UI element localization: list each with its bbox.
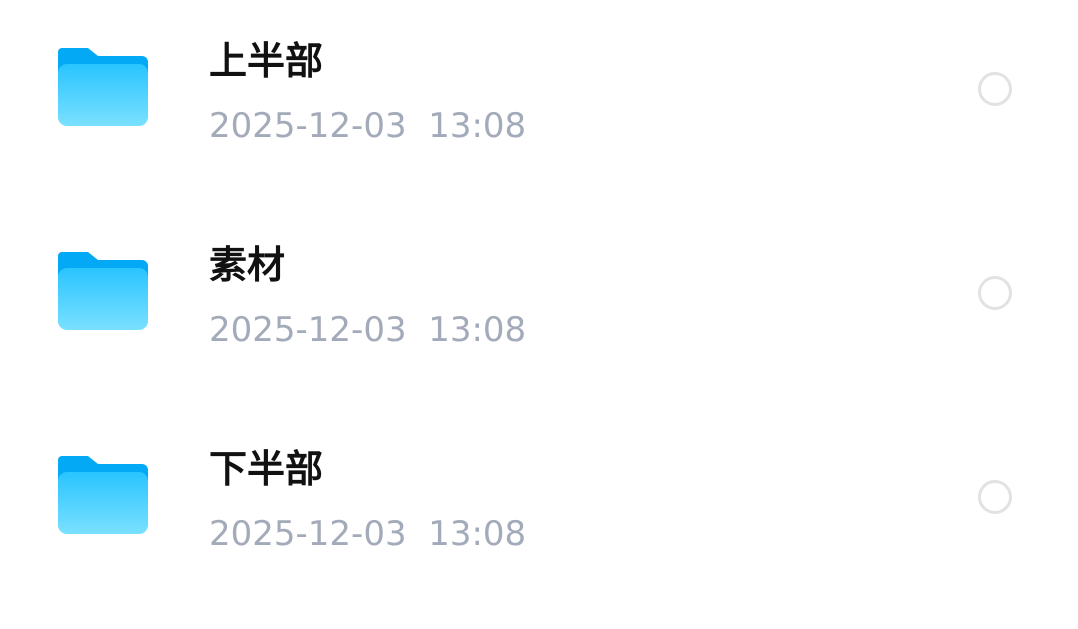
folder-icon xyxy=(58,456,148,534)
file-row-1[interactable]: 上半部 2025-12-03 13:08 xyxy=(0,0,1078,204)
select-radio[interactable] xyxy=(978,480,1012,514)
folder-icon xyxy=(58,252,148,330)
file-date: 2025-12-03 13:08 xyxy=(209,106,527,146)
folder-icon xyxy=(58,48,148,126)
file-date: 2025-12-03 13:08 xyxy=(209,310,527,350)
select-radio[interactable] xyxy=(978,72,1012,106)
file-row-2[interactable]: 素材 2025-12-03 13:08 xyxy=(0,204,1078,408)
file-row-3[interactable]: 下半部 2025-12-03 13:08 xyxy=(0,408,1078,612)
file-date: 2025-12-03 13:08 xyxy=(209,514,527,554)
file-name: 上半部 xyxy=(209,39,324,83)
select-radio[interactable] xyxy=(978,276,1012,310)
file-list: 上半部 2025-12-03 13:08 素材 2025-12-03 13:08 xyxy=(0,0,1078,629)
file-name: 素材 xyxy=(209,243,286,287)
file-name: 下半部 xyxy=(209,447,324,491)
